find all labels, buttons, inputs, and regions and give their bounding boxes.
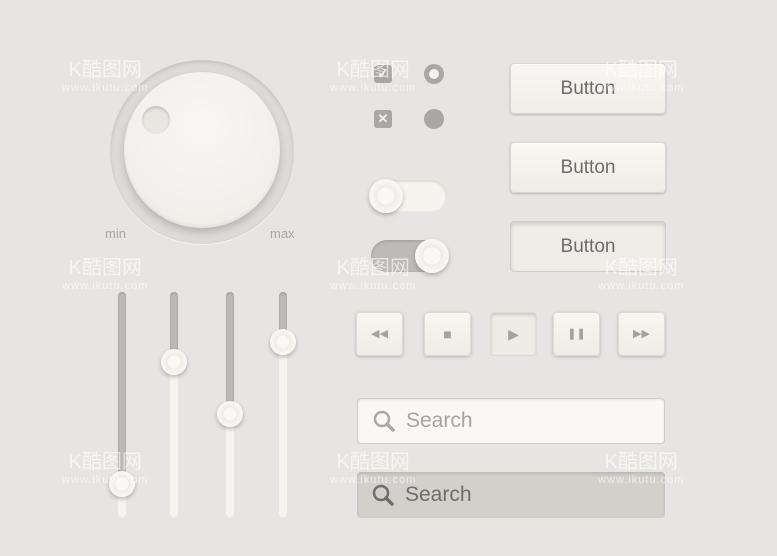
watermark: K酷图网 www.ikutu.com: [62, 258, 148, 292]
button-1[interactable]: Button: [510, 63, 666, 114]
slider-thumb[interactable]: [161, 349, 187, 376]
knob-max-label: max: [270, 226, 295, 241]
knob-min-label: min: [105, 226, 126, 241]
check-icon: ✓: [377, 66, 389, 81]
button-2[interactable]: Button: [510, 142, 666, 193]
watermark-url: www.ikutu.com: [598, 280, 685, 292]
rotary-knob[interactable]: [124, 72, 280, 228]
slider-thumb[interactable]: [109, 471, 135, 498]
watermark-url: www.ikutu.com: [62, 474, 149, 486]
pause-icon: ❚❚: [567, 328, 586, 340]
search-field-light[interactable]: [357, 398, 665, 444]
search-icon: [372, 484, 394, 506]
search-icon: [373, 410, 395, 432]
watermark-brand: K酷图网: [68, 257, 142, 279]
rewind-icon: ◀◀: [371, 328, 388, 340]
checkbox-checked[interactable]: ✓: [374, 65, 392, 83]
watermark-brand: K酷图网: [68, 59, 142, 81]
toggle-on[interactable]: [371, 239, 449, 273]
toggle-off[interactable]: [369, 179, 447, 213]
radio-selected[interactable]: [424, 64, 444, 84]
fast-forward-icon: ▶▶: [633, 328, 650, 340]
stop-button[interactable]: ■: [424, 312, 471, 356]
fast-forward-button[interactable]: ▶▶: [618, 312, 665, 356]
radio-unselected[interactable]: [424, 109, 444, 129]
slider-track[interactable]: [170, 292, 178, 518]
watermark-url: www.ikutu.com: [330, 82, 417, 94]
watermark-url: www.ikutu.com: [330, 280, 417, 292]
knob-indicator: [142, 106, 170, 134]
button-3-pressed[interactable]: Button: [510, 221, 666, 272]
x-icon: ✕: [377, 111, 389, 126]
slider-fill: [170, 362, 178, 518]
watermark: K酷图网 www.ikutu.com: [62, 452, 148, 486]
watermark-brand: K酷图网: [336, 451, 410, 473]
slider-fill: [226, 414, 234, 518]
toggle-thumb[interactable]: [369, 179, 403, 213]
slider-fill: [279, 341, 287, 518]
search-field-dark[interactable]: [357, 472, 665, 518]
slider-thumb[interactable]: [217, 401, 243, 428]
rewind-button[interactable]: ◀◀: [356, 312, 403, 356]
stop-icon: ■: [443, 326, 452, 342]
watermark-brand: K酷图网: [68, 451, 142, 473]
play-icon: ▶: [508, 326, 519, 342]
play-button[interactable]: ▶: [490, 312, 537, 356]
pause-button[interactable]: ❚❚: [553, 312, 600, 356]
watermark-url: www.ikutu.com: [62, 280, 149, 292]
slider-track[interactable]: [279, 292, 287, 518]
slider-thumb[interactable]: [270, 328, 296, 355]
search-input[interactable]: [404, 408, 648, 434]
search-input-dark[interactable]: [403, 482, 647, 508]
checkbox-x[interactable]: ✕: [374, 110, 392, 128]
watermark-brand: K酷图网: [604, 451, 678, 473]
toggle-thumb[interactable]: [415, 239, 449, 273]
